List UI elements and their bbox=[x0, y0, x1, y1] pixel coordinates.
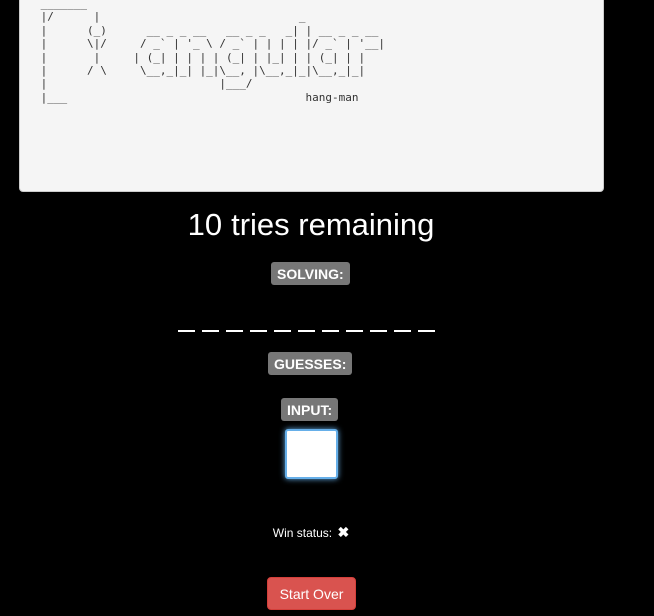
letter-blank bbox=[298, 304, 315, 332]
start-over-button[interactable]: Start Over bbox=[267, 577, 356, 610]
letter-blank bbox=[274, 304, 291, 332]
tries-text: tries remaining bbox=[231, 207, 435, 242]
guesses-label: GUESSES: bbox=[268, 352, 353, 375]
tries-remaining: 10 tries remaining bbox=[0, 205, 622, 245]
cross-icon: ✖ bbox=[337, 524, 350, 540]
letter-blank bbox=[226, 304, 243, 332]
tries-count: 10 bbox=[187, 207, 223, 242]
letter-blank bbox=[394, 304, 411, 332]
letter-blank bbox=[370, 304, 387, 332]
letter-blank bbox=[346, 304, 363, 332]
letter-input[interactable] bbox=[285, 429, 338, 479]
ascii-banner-panel: _______ |/ | _ | (_) __ _ _ __ __ _ _ _|… bbox=[19, 0, 604, 192]
win-status: Win status: ✖ bbox=[0, 524, 622, 541]
win-status-label: Win status: bbox=[272, 526, 333, 540]
letter-blank bbox=[250, 304, 267, 332]
letter-blank bbox=[322, 304, 339, 332]
letter-blank bbox=[202, 304, 219, 332]
input-label: INPUT: bbox=[281, 398, 339, 421]
letter-blank bbox=[418, 304, 435, 332]
hangman-ascii-logo: _______ |/ | _ | (_) __ _ _ __ __ _ _ _|… bbox=[40, 0, 385, 104]
word-blanks bbox=[178, 304, 442, 334]
solving-label: SOLVING: bbox=[271, 262, 350, 285]
letter-blank bbox=[178, 304, 195, 332]
